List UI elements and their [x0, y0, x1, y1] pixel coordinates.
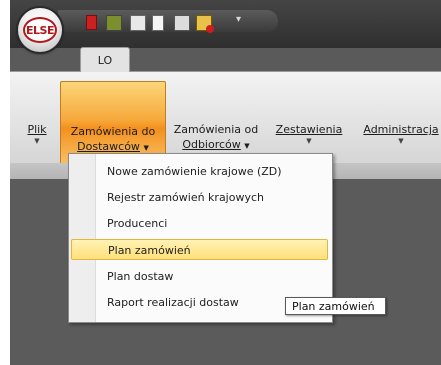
chevron-down-icon: ▼	[398, 137, 404, 145]
folder-warning-icon[interactable]	[196, 15, 214, 33]
document-edit-icon[interactable]	[106, 15, 122, 31]
chevron-down-icon: ▼	[244, 142, 250, 150]
menu-item-plan-dostaw[interactable]: Plan dostaw	[71, 266, 328, 287]
plik-label: Plik	[27, 123, 47, 136]
app-logo: ELSE	[23, 17, 57, 43]
menu-item-rejestr-zamowien[interactable]: Rejestr zamówień krajowych	[71, 187, 328, 208]
administracja-label: Administracja	[363, 123, 439, 136]
menu-item-plan-zamowien[interactable]: Plan zamówień	[71, 239, 328, 260]
document-icon[interactable]	[152, 15, 164, 31]
zestawienia-button[interactable]: Zestawienia ▼	[268, 80, 350, 164]
plik-button[interactable]: Plik ▼	[22, 80, 52, 164]
customize-toolbar-icon[interactable]: ▾	[236, 14, 241, 25]
quick-access-toolbar: ▾	[58, 10, 278, 33]
tooltip: Plan zamówień	[285, 297, 386, 315]
chevron-down-icon: ▼	[34, 137, 40, 145]
tab-lo[interactable]: LO	[80, 47, 130, 72]
zamowienia-od-label: Zamówienia od	[173, 123, 259, 136]
zestawienia-label: Zestawienia	[275, 123, 343, 136]
dostawcow-label: Dostawców	[77, 140, 140, 153]
print-icon[interactable]	[130, 15, 146, 31]
application-menu-button[interactable]: ELSE	[18, 8, 62, 52]
menu-item-producenci[interactable]: Producenci	[71, 213, 328, 234]
chevron-down-icon: ▼	[306, 137, 312, 145]
exit-icon[interactable]	[86, 15, 97, 30]
copy-icon[interactable]	[174, 15, 190, 31]
menu-item-nowe-zamowienie[interactable]: Nowe zamówienie krajowe (ZD)	[71, 161, 328, 182]
application-window: ▾ ELSE LO Plik ▼ Zamówienia do Dostawców…	[10, 0, 441, 365]
administracja-button[interactable]: Administracja ▼	[356, 80, 441, 164]
zamowienia-od-odbiorcow-button[interactable]: Zamówienia od Odbiorców ▼	[172, 80, 260, 164]
chevron-down-icon: ▼	[143, 144, 149, 152]
odbiorcow-label: Odbiorców	[182, 138, 241, 151]
zamowienia-do-label: Zamówienia do	[70, 125, 156, 138]
title-bar: ▾	[10, 0, 441, 48]
